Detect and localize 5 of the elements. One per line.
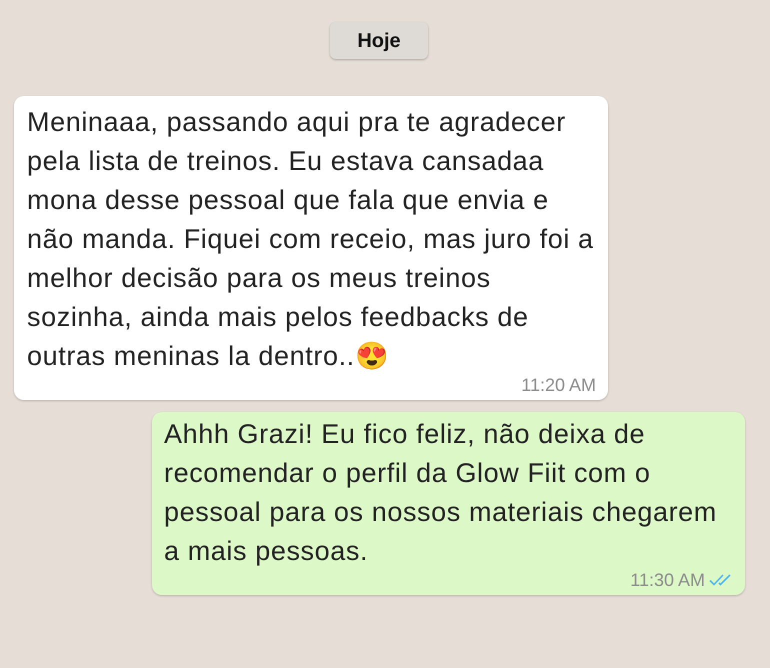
date-chip: Hoje bbox=[330, 22, 428, 59]
message-time: 11:30 AM bbox=[630, 569, 705, 591]
message-text: Ahhh Grazi! Eu fico feliz, não deixa de recomendar o perfil da Glow Fiit com o pessoal para os nossos materiais chegarem a mais pessoas. bbox=[164, 418, 718, 568]
message-time: 11:20 AM bbox=[521, 374, 596, 396]
message-text: Meninaaa, passando aqui pra te agradecer pela lista de treinos. Eu estava cansadaa mona desse pessoal que fala que envia e não manda. Fiquei com receio, mas juro foi a melhor decisão para os meus treinos sozinha, ainda mais pelos feedbacks de outras meninas la dentro..😍 bbox=[27, 106, 595, 373]
